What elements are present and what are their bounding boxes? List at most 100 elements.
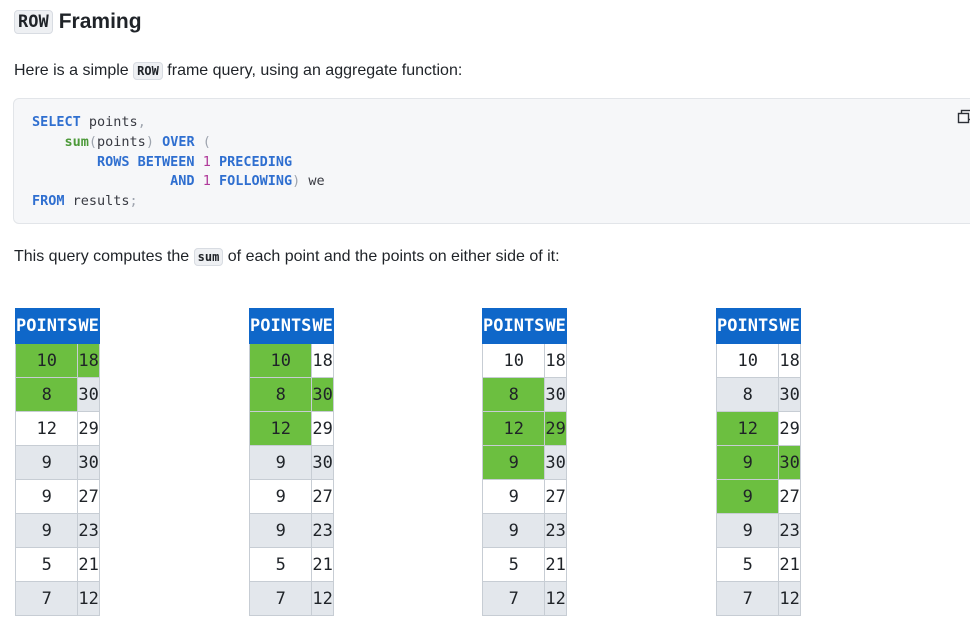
- we-cell: 12: [544, 581, 567, 616]
- table-row: 5 21: [715, 547, 801, 582]
- points-header: POINTS: [14, 308, 79, 344]
- table-row: 7 12: [14, 581, 100, 616]
- copy-icon[interactable]: [957, 109, 970, 125]
- points-header: POINTS: [248, 308, 313, 344]
- intro-paragraph: Here is a simple ROW frame query, using …: [14, 61, 462, 81]
- table-row: 8 30: [715, 377, 801, 412]
- table-row: 9 23: [481, 513, 567, 548]
- we-cell: 23: [778, 513, 801, 548]
- points-cell: 7: [481, 581, 546, 616]
- we-cell: 30: [544, 445, 567, 480]
- we-cell: 30: [311, 377, 334, 412]
- points-cell: 12: [715, 411, 780, 446]
- table-row: 12 29: [481, 411, 567, 446]
- we-cell: 29: [77, 411, 100, 446]
- we-cell: 12: [77, 581, 100, 616]
- sql-code: SELECT points, sum(points) OVER ( ROWS B…: [32, 114, 325, 210]
- section-heading: ROW Framing: [14, 10, 142, 34]
- points-cell: 9: [715, 479, 780, 514]
- table-row: 12 29: [715, 411, 801, 446]
- explain-text-after: of each point and the points on either s…: [223, 248, 560, 265]
- points-cell: 9: [248, 513, 313, 548]
- explain-paragraph: This query computes the sum of each poin…: [14, 247, 560, 267]
- table-row: 7 12: [248, 581, 334, 616]
- table-row: 9 30: [481, 445, 567, 480]
- we-cell: 30: [544, 377, 567, 412]
- points-cell: 7: [248, 581, 313, 616]
- points-cell: 5: [14, 547, 79, 582]
- table-row: 9 30: [14, 445, 100, 480]
- points-cell: 8: [248, 377, 313, 412]
- points-cell: 5: [248, 547, 313, 582]
- points-cell: 7: [715, 581, 780, 616]
- we-cell: 18: [311, 343, 334, 378]
- table-row: 9 23: [248, 513, 334, 548]
- we-cell: 21: [778, 547, 801, 582]
- intro-text-before: Here is a simple: [14, 62, 134, 79]
- we-cell: 27: [77, 479, 100, 514]
- we-cell: 12: [311, 581, 334, 616]
- we-cell: 18: [544, 343, 567, 378]
- frame-table-1: POINTS WE 10 18 8 30 12 29 9 30 9 27 9 23 5 21 7 12: [14, 308, 100, 616]
- frame-table-3: POINTS WE 10 18 8 30 12 29 9 30 9 27 9 23 5 21 7 12: [481, 308, 567, 616]
- table-row: 9 27: [715, 479, 801, 514]
- points-cell: 9: [248, 479, 313, 514]
- we-header: WE: [311, 308, 334, 344]
- heading-code: ROW: [14, 10, 53, 34]
- table-row: 10 18: [481, 343, 567, 378]
- table-row: 8 30: [248, 377, 334, 412]
- table-row: 5 21: [248, 547, 334, 582]
- we-cell: 27: [778, 479, 801, 514]
- explain-text-before: This query computes the: [14, 248, 194, 265]
- we-header: WE: [544, 308, 567, 344]
- points-cell: 9: [481, 513, 546, 548]
- we-header: WE: [778, 308, 801, 344]
- we-cell: 18: [778, 343, 801, 378]
- points-cell: 9: [715, 513, 780, 548]
- points-cell: 10: [715, 343, 780, 378]
- we-cell: 30: [311, 445, 334, 480]
- we-cell: 30: [778, 377, 801, 412]
- explain-inline-code: sum: [193, 248, 224, 266]
- points-cell: 12: [248, 411, 313, 446]
- we-cell: 30: [778, 445, 801, 480]
- table-row: 7 12: [481, 581, 567, 616]
- points-cell: 5: [715, 547, 780, 582]
- points-cell: 10: [481, 343, 546, 378]
- frame-table-4: POINTS WE 10 18 8 30 12 29 9 30 9 27 9 23 5 21 7 12: [715, 308, 801, 616]
- table-row: 10 18: [14, 343, 100, 378]
- table-row: 9 23: [14, 513, 100, 548]
- points-cell: 8: [14, 377, 79, 412]
- we-cell: 27: [544, 479, 567, 514]
- points-cell: 9: [715, 445, 780, 480]
- table-row: 9 23: [715, 513, 801, 548]
- points-cell: 12: [481, 411, 546, 446]
- frame-table-2: POINTS WE 10 18 8 30 12 29 9 30 9 27 9 23 5 21 7 12: [248, 308, 334, 616]
- points-cell: 9: [481, 479, 546, 514]
- points-cell: 9: [14, 479, 79, 514]
- table-row: 8 30: [481, 377, 567, 412]
- we-cell: 30: [77, 445, 100, 480]
- table-row: 9 30: [248, 445, 334, 480]
- we-cell: 23: [544, 513, 567, 548]
- we-cell: 21: [311, 547, 334, 582]
- we-cell: 30: [77, 377, 100, 412]
- table-row: 5 21: [14, 547, 100, 582]
- table-row: 7 12: [715, 581, 801, 616]
- we-cell: 18: [77, 343, 100, 378]
- points-cell: 7: [14, 581, 79, 616]
- points-cell: 9: [481, 445, 546, 480]
- we-cell: 21: [544, 547, 567, 582]
- we-cell: 29: [778, 411, 801, 446]
- we-cell: 29: [544, 411, 567, 446]
- table-row: 8 30: [14, 377, 100, 412]
- sql-code-block: SELECT points, sum(points) OVER ( ROWS B…: [13, 98, 970, 224]
- table-row: 10 18: [715, 343, 801, 378]
- points-cell: 5: [481, 547, 546, 582]
- points-header: POINTS: [481, 308, 546, 344]
- we-cell: 23: [77, 513, 100, 548]
- points-cell: 10: [14, 343, 79, 378]
- we-cell: 12: [778, 581, 801, 616]
- we-header: WE: [77, 308, 100, 344]
- we-cell: 29: [311, 411, 334, 446]
